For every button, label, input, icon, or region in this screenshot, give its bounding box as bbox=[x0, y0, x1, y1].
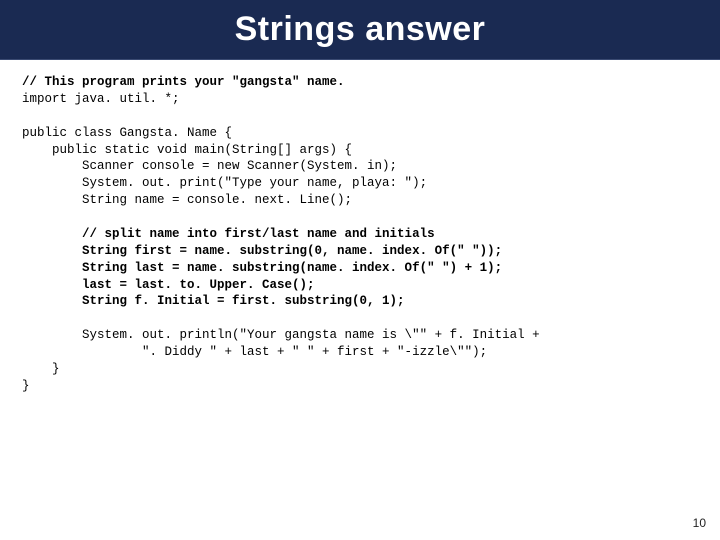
code-line: String first = name. substring(0, name. … bbox=[22, 244, 502, 258]
code-line: public class Gangsta. Name { bbox=[22, 126, 232, 140]
code-line: // split name into first/last name and i… bbox=[22, 227, 435, 241]
slide-content: // This program prints your "gangsta" na… bbox=[0, 60, 720, 395]
code-line: import java. util. *; bbox=[22, 92, 180, 106]
code-block: // This program prints your "gangsta" na… bbox=[22, 74, 698, 395]
code-line: last = last. to. Upper. Case(); bbox=[22, 278, 315, 292]
code-line: System. out. println("Your gangsta name … bbox=[22, 328, 540, 342]
code-line: } bbox=[22, 362, 60, 376]
code-line: String name = console. next. Line(); bbox=[22, 193, 352, 207]
code-line: ". Diddy " + last + " " + first + "-izzl… bbox=[22, 345, 487, 359]
code-line: public static void main(String[] args) { bbox=[22, 143, 352, 157]
code-line: String last = name. substring(name. inde… bbox=[22, 261, 502, 275]
page-number: 10 bbox=[693, 516, 706, 530]
slide-header: Strings answer bbox=[0, 0, 720, 60]
code-line: System. out. print("Type your name, play… bbox=[22, 176, 427, 190]
code-line: Scanner console = new Scanner(System. in… bbox=[22, 159, 397, 173]
code-line: String f. Initial = first. substring(0, … bbox=[22, 294, 405, 308]
code-line: // This program prints your "gangsta" na… bbox=[22, 75, 345, 89]
code-line: } bbox=[22, 379, 30, 393]
slide-title: Strings answer bbox=[235, 10, 486, 49]
